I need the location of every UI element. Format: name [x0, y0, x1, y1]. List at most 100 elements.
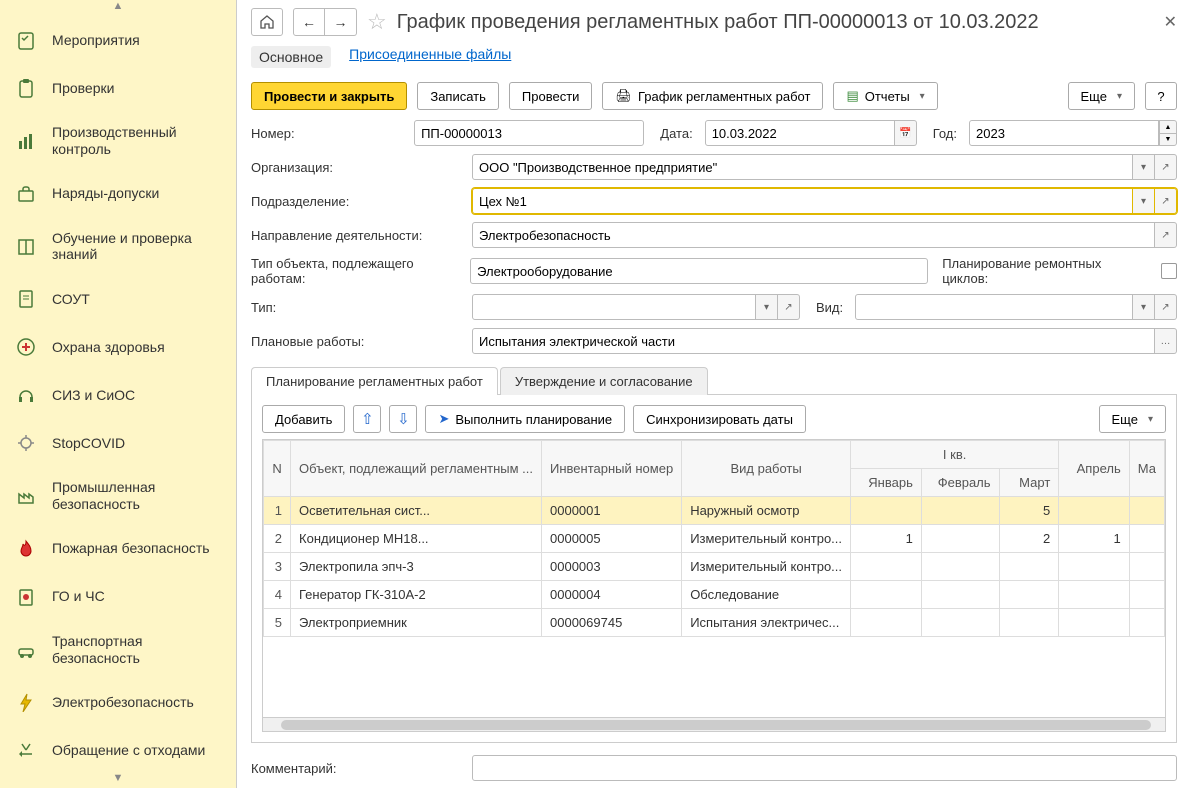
sidebar-item-9[interactable]: Промышленная безопасность [0, 467, 236, 525]
col-may[interactable]: Ма [1129, 441, 1164, 497]
dept-input[interactable] [472, 188, 1133, 214]
post-and-close-button[interactable]: Провести и закрыть [251, 82, 407, 110]
table-row[interactable]: 4Генератор ГК-310А-20000004Обследование [264, 581, 1165, 609]
open-icon[interactable]: ↗ [1155, 154, 1177, 180]
sidebar: ▲ Мероприятия ПроверкиПроизводственный ко… [0, 0, 237, 788]
sidebar-item-3[interactable]: Наряды-допуски [0, 170, 236, 218]
horizontal-scrollbar[interactable] [263, 717, 1165, 731]
sidebar-item-6[interactable]: Охрана здоровья [0, 323, 236, 371]
home-button[interactable] [251, 8, 283, 36]
nav-history: ← → [293, 8, 357, 36]
tab-approval[interactable]: Утверждение и согласование [500, 367, 708, 395]
save-button[interactable]: Записать [417, 82, 499, 110]
dropdown-icon[interactable]: ▾ [1133, 154, 1155, 180]
kind-label: Вид: [816, 300, 843, 315]
org-input[interactable] [472, 154, 1133, 180]
open-icon[interactable]: ↗ [1155, 222, 1177, 248]
help-button[interactable]: ? [1145, 82, 1177, 110]
move-up-button[interactable]: ⇧ [353, 405, 381, 433]
sidebar-item-10[interactable]: Пожарная безопасность [0, 525, 236, 573]
col-apr[interactable]: Апрель [1059, 441, 1129, 497]
dropdown-icon[interactable]: ▾ [756, 294, 778, 320]
report-icon: ▤ [846, 88, 858, 104]
sidebar-item-8[interactable]: StopCOVID [0, 419, 236, 467]
year-input[interactable] [969, 120, 1159, 146]
table-row[interactable]: 1Осветительная сист...0000001Наружный ос… [264, 497, 1165, 525]
more-button[interactable]: Еще [1068, 82, 1135, 110]
plan-cycles-checkbox[interactable] [1161, 263, 1177, 279]
sidebar-item-7[interactable]: СИЗ и СиОС [0, 371, 236, 419]
sidebar-item-label: Мероприятия [52, 32, 140, 49]
favorite-star-icon[interactable]: ☆ [367, 9, 387, 35]
dropdown-icon[interactable]: ▾ [1133, 188, 1155, 214]
ellipsis-icon[interactable]: … [1155, 328, 1177, 354]
barchart-icon [14, 129, 38, 153]
sidebar-item-label: Электробезопасность [52, 694, 194, 711]
year-up-button[interactable]: ▲ [1159, 120, 1177, 133]
subnav-main[interactable]: Основное [251, 46, 331, 68]
comment-input[interactable] [472, 755, 1177, 781]
add-button[interactable]: Добавить [262, 405, 345, 433]
tab-planning[interactable]: Планирование регламентных работ [251, 367, 498, 395]
titlebar: ← → ☆ График проведения регламентных раб… [251, 8, 1177, 36]
sidebar-item-5[interactable]: СОУТ [0, 275, 236, 323]
subnav-files[interactable]: Присоединенные файлы [349, 46, 511, 68]
date-input[interactable] [705, 120, 895, 146]
sidebar-item-12[interactable]: Транспортная безопасность [0, 621, 236, 679]
panel-more-button[interactable]: Еще [1099, 405, 1166, 433]
reports-button[interactable]: ▤ Отчеты [833, 82, 937, 110]
sidebar-item-2[interactable]: Производственный контроль [0, 112, 236, 170]
sidebar-item-0[interactable]: Мероприятия [0, 16, 236, 64]
post-button[interactable]: Провести [509, 82, 593, 110]
col-q1[interactable]: I кв. [851, 441, 1059, 469]
table-row[interactable]: 5Электроприемник0000069745Испытания элек… [264, 609, 1165, 637]
direction-input[interactable] [472, 222, 1155, 248]
tabs: Планирование регламентных работ Утвержде… [251, 366, 1177, 395]
col-feb[interactable]: Февраль [921, 469, 999, 497]
sidebar-item-label: Наряды-допуски [52, 185, 159, 202]
plan-cycles-label: Планирование ремонтных циклов: [942, 256, 1149, 286]
objtype-input[interactable] [470, 258, 928, 284]
open-icon[interactable]: ↗ [1155, 188, 1177, 214]
number-input[interactable] [414, 120, 644, 146]
print-label: График регламентных работ [638, 89, 811, 104]
col-work[interactable]: Вид работы [682, 441, 851, 497]
sidebar-item-label: Промышленная безопасность [52, 479, 222, 513]
sidebar-item-11[interactable]: ГО и ЧС [0, 573, 236, 621]
run-planning-button[interactable]: ➤ Выполнить планирование [425, 405, 625, 433]
sidebar-item-4[interactable]: Обучение и проверка знаний [0, 218, 236, 276]
close-button[interactable]: ✕ [1164, 12, 1177, 32]
comment-label: Комментарий: [251, 761, 466, 776]
sidebar-collapse-down[interactable]: ▼ [0, 772, 236, 788]
sidebar-item-13[interactable]: Электробезопасность [0, 678, 236, 726]
col-mar[interactable]: Март [999, 469, 1059, 497]
move-down-button[interactable]: ⇩ [389, 405, 417, 433]
sidebar-collapse-up[interactable]: ▲ [0, 0, 236, 16]
col-inv[interactable]: Инвентарный номер [542, 441, 682, 497]
org-label: Организация: [251, 160, 466, 175]
works-label: Плановые работы: [251, 334, 466, 349]
open-icon[interactable]: ↗ [778, 294, 800, 320]
dropdown-icon[interactable]: ▾ [1133, 294, 1155, 320]
works-input[interactable] [472, 328, 1155, 354]
fire-icon [14, 537, 38, 561]
open-icon[interactable]: ↗ [1155, 294, 1177, 320]
clipboard-icon [14, 76, 38, 100]
table-row[interactable]: 3Электропила эпч-30000003Измерительный к… [264, 553, 1165, 581]
sidebar-item-14[interactable]: Обращение с отходами [0, 726, 236, 772]
year-down-button[interactable]: ▼ [1159, 133, 1177, 146]
col-n[interactable]: N [264, 441, 291, 497]
type-input[interactable] [472, 294, 756, 320]
kind-input[interactable] [855, 294, 1133, 320]
nav-back-button[interactable]: ← [293, 8, 325, 36]
sidebar-item-1[interactable]: Проверки [0, 64, 236, 112]
sidebar-item-label: Пожарная безопасность [52, 540, 210, 557]
col-object[interactable]: Объект, подлежащий регламентным ... [291, 441, 542, 497]
print-button[interactable]: 🖨 График регламентных работ [602, 82, 823, 110]
col-jan[interactable]: Январь [851, 469, 922, 497]
table-row[interactable]: 2Кондиционер МН18...0000005Измерительный… [264, 525, 1165, 553]
nav-forward-button[interactable]: → [325, 8, 357, 36]
run-planning-label: Выполнить планирование [455, 412, 612, 427]
sync-dates-button[interactable]: Синхронизировать даты [633, 405, 806, 433]
calendar-icon[interactable]: 📅 [895, 120, 917, 146]
